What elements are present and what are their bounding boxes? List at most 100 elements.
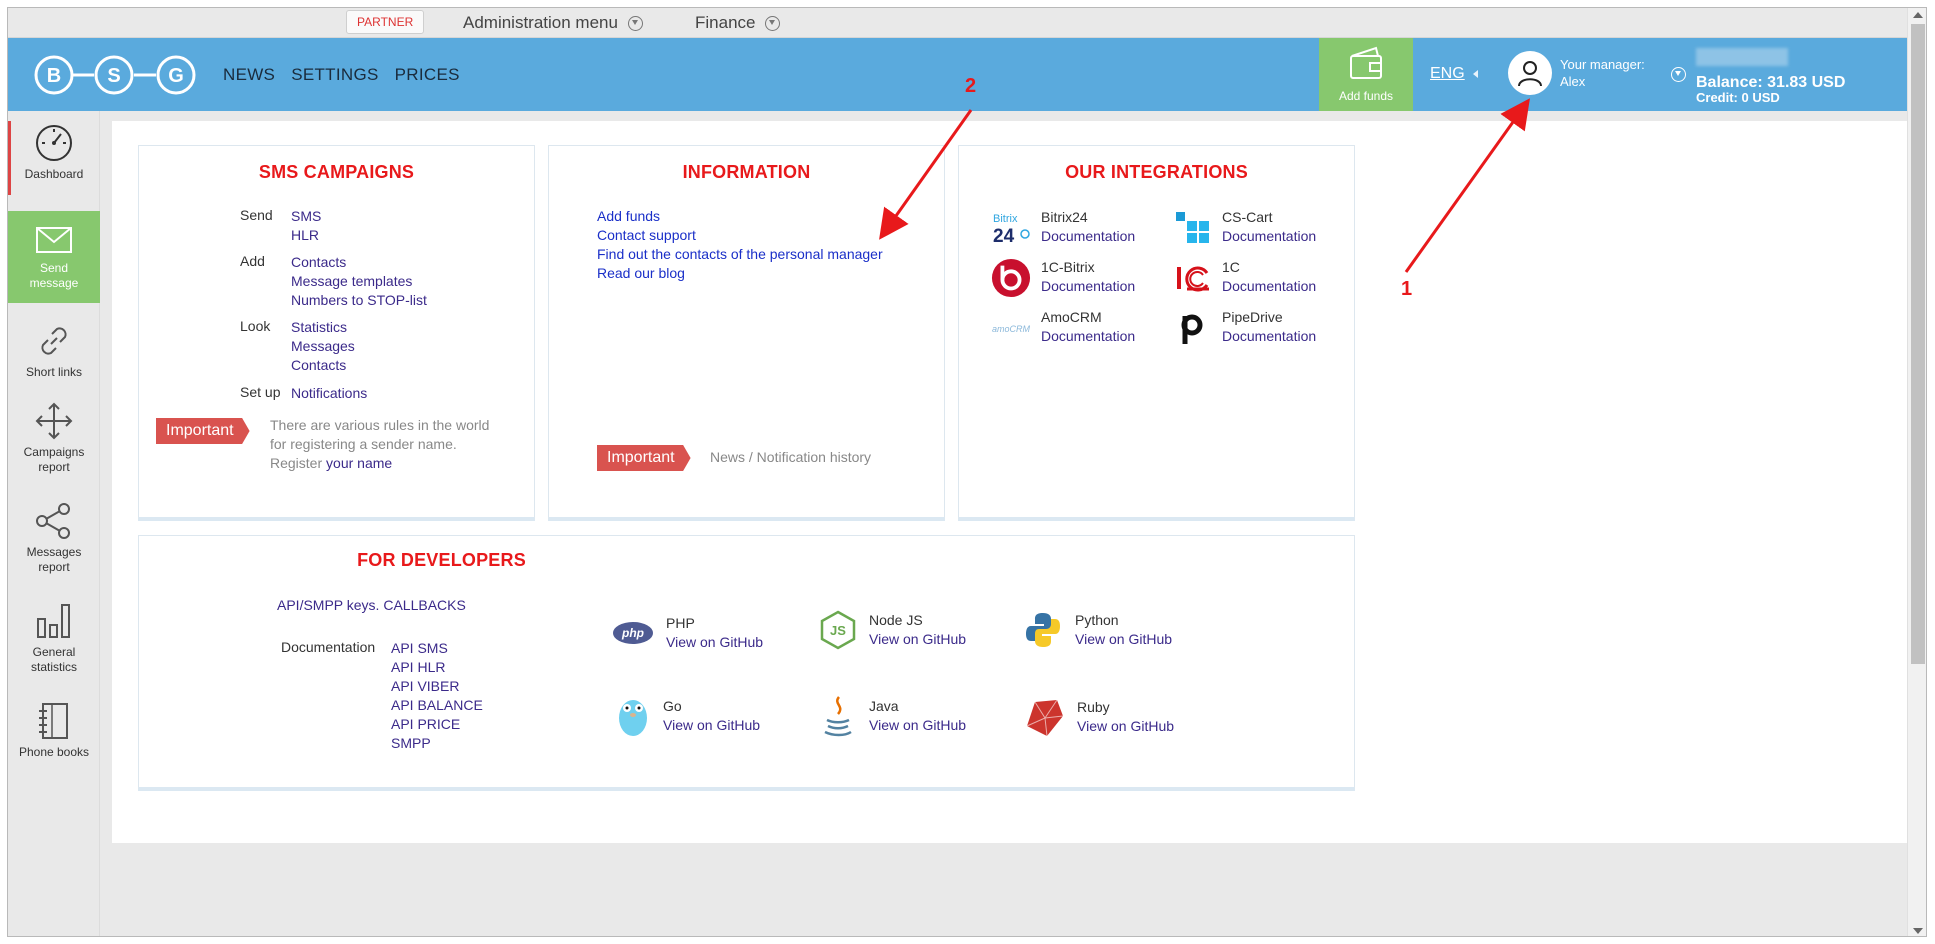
documentation-link[interactable]: Documentation: [1222, 227, 1316, 246]
manager-info[interactable]: Your manager: Alex: [1560, 56, 1645, 90]
integration-cscart[interactable]: CS-Cart Documentation: [1172, 208, 1316, 248]
pipedrive-icon: [1172, 308, 1212, 348]
sdk-python[interactable]: Python View on GitHub: [1023, 610, 1172, 650]
envelope-icon: [36, 227, 72, 253]
information-card: INFORMATION Add funds Contact support Fi…: [548, 145, 945, 521]
nav-prices[interactable]: PRICES: [395, 65, 460, 85]
link-api-sms[interactable]: API SMS: [391, 639, 483, 658]
logo-letter-s: S: [107, 65, 120, 87]
link-add-funds[interactable]: Add funds: [597, 207, 883, 226]
link-notifications[interactable]: Notifications: [291, 384, 367, 403]
add-funds-button[interactable]: Add funds: [1319, 38, 1413, 111]
link-contact-support[interactable]: Contact support: [597, 226, 883, 245]
link-contacts[interactable]: Contacts: [291, 253, 427, 272]
note-prefix: Register: [270, 455, 323, 471]
integration-1c[interactable]: 1C Documentation: [1172, 258, 1316, 298]
documentation-label: Documentation: [281, 639, 376, 655]
annotation-number-1: 1: [1401, 278, 1413, 300]
vertical-scrollbar[interactable]: [1907, 8, 1926, 936]
scroll-thumb[interactable]: [1911, 24, 1925, 664]
link-api-balance[interactable]: API BALANCE: [391, 696, 483, 715]
logo[interactable]: B S G: [34, 52, 206, 98]
sidebar-item-messages-report[interactable]: Messages report: [8, 501, 100, 575]
setup-links: Notifications: [291, 384, 367, 403]
sdk-ruby[interactable]: Ruby View on GitHub: [1023, 696, 1174, 738]
link-message-templates[interactable]: Message templates: [291, 272, 427, 291]
sidebar-item-dashboard[interactable]: Dashboard: [8, 121, 100, 195]
logo-letter-b: B: [47, 65, 61, 87]
register-name-link[interactable]: your name: [326, 455, 392, 471]
link-personal-manager[interactable]: Find out the contacts of the personal ma…: [597, 245, 883, 264]
language-selector[interactable]: ENG: [1430, 65, 1478, 83]
admin-bar: PARTNER Administration menu Finance: [8, 8, 1926, 38]
link-api-hlr[interactable]: API HLR: [391, 658, 483, 677]
news-history-link[interactable]: News / Notification history: [710, 448, 871, 467]
sidebar-item-short-links[interactable]: Short links: [8, 321, 100, 380]
ruby-icon: [1026, 699, 1064, 737]
sdk-java[interactable]: Java View on GitHub: [819, 694, 966, 738]
link-contacts[interactable]: Contacts: [291, 356, 355, 375]
link-api-price[interactable]: API PRICE: [391, 715, 483, 734]
github-link[interactable]: View on GitHub: [666, 633, 763, 652]
github-link[interactable]: View on GitHub: [869, 716, 966, 735]
finance-menu[interactable]: Finance: [695, 12, 781, 34]
sender-name-note: There are various rules in the world for…: [270, 416, 489, 473]
sidebar-item-label: Short links: [25, 365, 83, 379]
integration-1c-bitrix[interactable]: 1C-Bitrix Documentation: [991, 258, 1135, 298]
github-link[interactable]: View on GitHub: [1075, 630, 1172, 649]
link-sms[interactable]: SMS: [291, 207, 321, 226]
documentation-link[interactable]: Documentation: [1222, 327, 1316, 346]
python-icon: [1026, 613, 1060, 647]
manager-avatar[interactable]: [1508, 51, 1552, 95]
1c-icon: [1172, 258, 1212, 298]
partner-badge[interactable]: PARTNER: [346, 10, 425, 34]
github-link[interactable]: View on GitHub: [663, 716, 760, 735]
link-smpp[interactable]: SMPP: [391, 734, 483, 753]
sidebar-item-general-statistics[interactable]: General statistics: [8, 601, 100, 675]
link-icon: [41, 327, 67, 355]
sdk-go[interactable]: Go View on GitHub: [615, 694, 760, 738]
balance-dropdown-toggle[interactable]: [1671, 67, 1686, 85]
api-keys-link[interactable]: API/SMPP keys. CALLBACKS: [277, 597, 466, 613]
documentation-link[interactable]: Documentation: [1222, 277, 1316, 296]
chevron-down-icon: [1671, 67, 1686, 82]
link-blog[interactable]: Read our blog: [597, 264, 883, 283]
important-tag: Important: [156, 418, 250, 444]
sidebar-item-phone-books[interactable]: Phone books: [8, 701, 100, 760]
documentation-link[interactable]: Documentation: [1041, 327, 1135, 346]
move-arrows-icon: [35, 402, 73, 440]
integration-name: PipeDrive: [1222, 309, 1283, 325]
sdk-nodejs[interactable]: JS Node JS View on GitHub: [819, 610, 966, 650]
sidebar-item-label: Dashboard: [24, 167, 84, 181]
sidebar-item-campaigns-report[interactable]: Campaigns report: [8, 401, 100, 475]
link-api-viber[interactable]: API VIBER: [391, 677, 483, 696]
integration-amocrm[interactable]: amoCRM AmoCRM Documentation: [991, 308, 1135, 348]
add-label: Add: [240, 253, 265, 269]
documentation-link[interactable]: Documentation: [1041, 277, 1135, 296]
link-hlr[interactable]: HLR: [291, 226, 321, 245]
setup-label: Set up: [240, 384, 281, 400]
scroll-up-icon[interactable]: [1913, 12, 1923, 18]
cscart-icon: [1172, 208, 1212, 248]
administration-menu[interactable]: Administration menu: [463, 12, 643, 34]
github-link[interactable]: View on GitHub: [869, 630, 966, 649]
integration-name: 1C-Bitrix: [1041, 259, 1095, 275]
link-stop-list[interactable]: Numbers to STOP-list: [291, 291, 427, 310]
github-link[interactable]: View on GitHub: [1077, 717, 1174, 736]
nav-news[interactable]: NEWS: [223, 65, 275, 85]
link-statistics[interactable]: Statistics: [291, 318, 355, 337]
chevron-down-icon: [765, 15, 781, 31]
bsg-logo-icon: B S G: [34, 55, 196, 95]
integration-pipedrive[interactable]: PipeDrive Documentation: [1172, 308, 1316, 348]
integration-bitrix24[interactable]: Bitrix 24 Bitrix24 Documentation: [991, 208, 1135, 248]
integrations-card: OUR INTEGRATIONS Bitrix 24 Bitrix24 Docu…: [958, 145, 1355, 521]
sdk-php[interactable]: php PHP View on GitHub: [612, 614, 763, 652]
documentation-link[interactable]: Documentation: [1041, 227, 1135, 246]
scroll-down-icon[interactable]: [1913, 928, 1923, 934]
browser-frame: PARTNER Administration menu Finance B S …: [7, 7, 1927, 937]
user-icon: [1518, 61, 1542, 87]
add-links: Contacts Message templates Numbers to ST…: [291, 253, 427, 310]
nav-settings[interactable]: SETTINGS: [291, 65, 378, 85]
sidebar-item-send-message[interactable]: Send message: [8, 211, 100, 303]
link-messages[interactable]: Messages: [291, 337, 355, 356]
